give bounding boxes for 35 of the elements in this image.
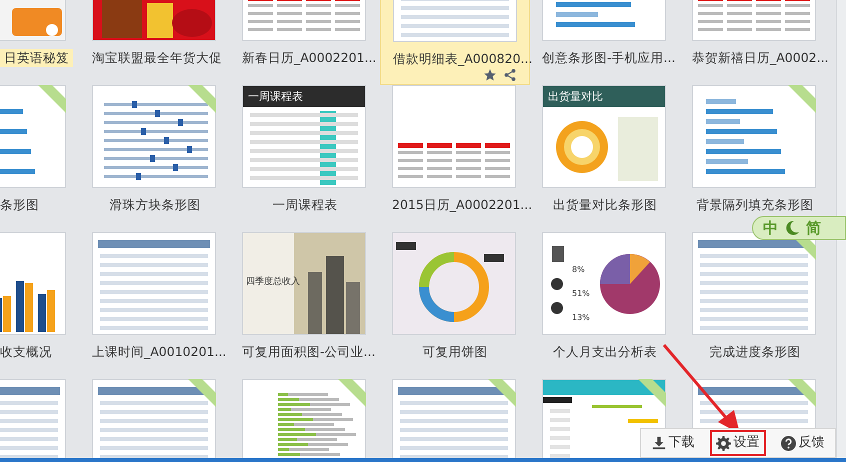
template-title[interactable]: 创意条形图-手机应用...: [542, 50, 676, 65]
template-title[interactable]: 收支概况: [0, 344, 52, 359]
moon-icon[interactable]: [784, 220, 800, 236]
download-button[interactable]: 下载: [646, 430, 700, 456]
template-title[interactable]: 滑珠方块条形图: [110, 197, 200, 212]
template-title[interactable]: 借款明细表_A000820...: [393, 51, 532, 66]
template-title[interactable]: 新春日历_A0002201...: [242, 50, 376, 65]
share-icon[interactable]: [503, 68, 517, 82]
thumbnail-title: 一周课程表: [248, 89, 303, 105]
template-title[interactable]: 一周课程表: [272, 197, 338, 212]
template-title[interactable]: 个人月支出分析表: [553, 344, 657, 359]
template-title[interactable]: 出货量对比条形图: [553, 197, 657, 212]
settings-icon: [716, 436, 730, 450]
settings-button[interactable]: 设置: [710, 430, 766, 456]
template-title[interactable]: 背景隔列填充条形图: [696, 197, 814, 212]
template-title[interactable]: 条形图: [0, 197, 39, 212]
feedback-button[interactable]: 反馈: [774, 430, 830, 456]
percentage-text: 8%: [572, 264, 585, 276]
template-title[interactable]: 可复用面积图-公司业...: [242, 344, 376, 359]
help-icon: [780, 436, 796, 450]
percentage-text: 13%: [572, 312, 590, 324]
template-title[interactable]: 完成进度条形图: [710, 344, 800, 359]
selected-template-card[interactable]: 借款明细表_A000820...: [380, 0, 530, 85]
scrollbar[interactable]: [836, 0, 846, 458]
template-title[interactable]: 2015日历_A0002201...: [392, 197, 532, 212]
download-icon: [652, 436, 666, 450]
template-title[interactable]: 日英语秘笈: [0, 49, 73, 67]
percentage-text: 51%: [572, 288, 590, 300]
template-title[interactable]: 上课时间_A0010201...: [92, 344, 226, 359]
template-title[interactable]: 淘宝联盟最全年货大促: [92, 50, 222, 65]
template-title[interactable]: 恭贺新禧日历_A0002...: [692, 50, 829, 65]
star-icon[interactable]: [483, 68, 497, 82]
thumbnail-title: 四季度总收入: [246, 276, 300, 289]
template-title[interactable]: 可复用饼图: [422, 344, 488, 359]
thumbnail-title: 出货量对比: [548, 89, 603, 105]
